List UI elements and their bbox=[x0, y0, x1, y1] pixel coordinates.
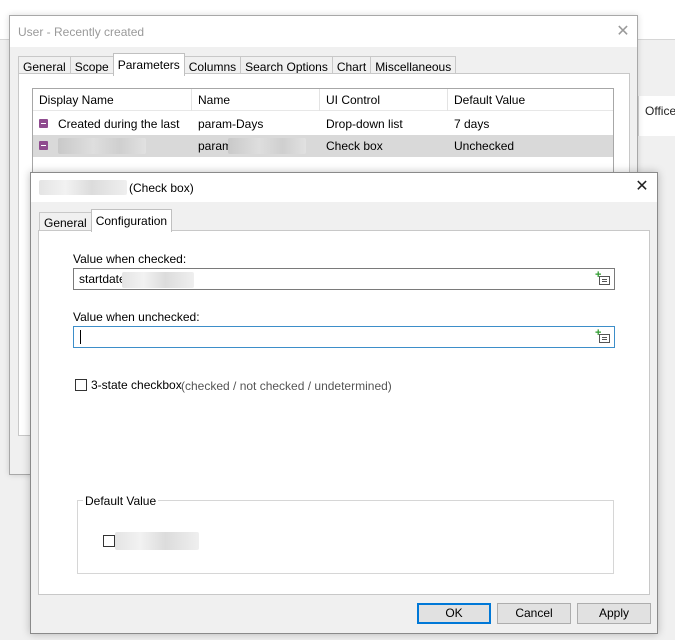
tab-parameters[interactable]: Parameters bbox=[112, 53, 185, 76]
name-cell: param-Days bbox=[198, 117, 264, 131]
display-name-cell: Created during the last bbox=[33, 113, 192, 135]
three-state-hint: (checked / not checked / undetermined) bbox=[181, 379, 392, 393]
redacted-name-suffix bbox=[228, 138, 306, 154]
text-caret bbox=[80, 330, 81, 344]
parameter-icon bbox=[39, 119, 48, 129]
ui-control-cell: Drop-down list bbox=[326, 117, 403, 131]
value-when-checked-label: Value when checked: bbox=[73, 252, 187, 266]
value-when-checked-text: startdate bbox=[79, 272, 126, 286]
table-row-selected[interactable]: param Check box Unchecked bbox=[33, 135, 613, 157]
inner-close-button[interactable]: ✕ bbox=[629, 175, 655, 199]
column-header-default-value[interactable]: Default Value bbox=[448, 89, 613, 111]
outer-tab-strip: General Scope Parameters Columns Search … bbox=[18, 53, 457, 76]
inner-dialog-titlebar: (Check box) ✕ bbox=[31, 173, 657, 202]
default-value-cell: Unchecked bbox=[454, 139, 515, 153]
inner-dialog-title: (Check box) bbox=[129, 181, 194, 195]
column-header-name[interactable]: Name bbox=[192, 89, 320, 111]
inner-tab-strip: General Configuration bbox=[39, 209, 173, 232]
list-icon bbox=[599, 276, 610, 285]
default-value-cell: 7 days bbox=[454, 117, 490, 131]
three-state-label[interactable]: 3-state checkbox bbox=[91, 378, 182, 392]
office-column-label: Office bbox=[645, 104, 675, 118]
display-name-cell bbox=[33, 135, 192, 157]
outer-close-button[interactable]: ✕ bbox=[610, 20, 636, 44]
insert-field-button[interactable]: + bbox=[594, 328, 612, 345]
outer-dialog-titlebar: User - Recently created ✕ bbox=[10, 16, 637, 47]
redacted-value-suffix bbox=[122, 272, 194, 288]
parameter-icon bbox=[39, 141, 48, 151]
ui-control-cell: Check box bbox=[326, 139, 383, 153]
apply-button[interactable]: Apply bbox=[577, 603, 651, 624]
name-text: param bbox=[198, 139, 233, 153]
value-when-unchecked-label: Value when unchecked: bbox=[73, 310, 200, 324]
tab-general[interactable]: General bbox=[39, 212, 92, 232]
tab-configuration[interactable]: Configuration bbox=[90, 209, 173, 232]
redacted-parameter-name bbox=[39, 180, 127, 195]
insert-field-button[interactable]: + bbox=[594, 270, 612, 287]
cancel-button[interactable]: Cancel bbox=[497, 603, 571, 624]
redacted-display-name bbox=[58, 138, 146, 154]
value-when-checked-field[interactable]: startdate + bbox=[73, 268, 615, 290]
table-row[interactable]: Created during the last param-Days Drop-… bbox=[33, 113, 613, 135]
default-value-group-title: Default Value bbox=[83, 494, 159, 508]
checkbox-parameter-dialog: (Check box) ✕ General Configuration Valu… bbox=[30, 172, 658, 634]
grid-header: Display Name Name UI Control Default Val… bbox=[33, 89, 613, 111]
default-value-checkbox[interactable] bbox=[103, 535, 115, 547]
name-cell: param bbox=[192, 135, 320, 157]
value-when-unchecked-field[interactable]: + bbox=[73, 326, 615, 348]
ok-button[interactable]: OK bbox=[417, 603, 491, 624]
redacted-default-value-label bbox=[115, 532, 199, 550]
column-header-display-name[interactable]: Display Name bbox=[33, 89, 192, 111]
display-name-text: Created during the last bbox=[58, 117, 180, 131]
column-header-ui-control[interactable]: UI Control bbox=[320, 89, 448, 111]
three-state-checkbox[interactable] bbox=[75, 379, 87, 391]
outer-dialog-title: User - Recently created bbox=[18, 25, 145, 39]
list-icon bbox=[599, 334, 610, 343]
